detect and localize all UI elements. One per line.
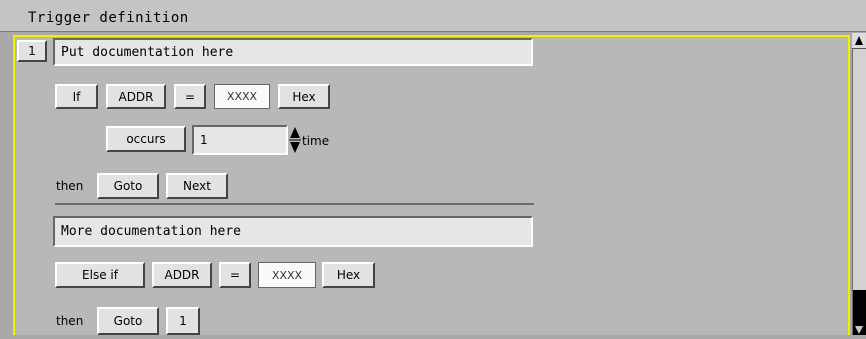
- state-doc-field[interactable]: Put documentation here: [53, 38, 533, 66]
- then-label: then: [56, 314, 84, 328]
- operator-button[interactable]: =: [219, 262, 251, 288]
- occurs-spinner[interactable]: [289, 125, 301, 155]
- window-title: Trigger definition: [28, 10, 189, 26]
- addr-button[interactable]: ADDR: [106, 84, 166, 109]
- addr-button[interactable]: ADDR: [152, 262, 212, 288]
- base-button[interactable]: Hex: [278, 84, 330, 109]
- occurs-count-field[interactable]: 1: [192, 125, 288, 155]
- arrow-up-icon[interactable]: [852, 33, 866, 49]
- state-number-button[interactable]: 1: [17, 40, 47, 62]
- goto-button[interactable]: Goto: [97, 307, 159, 335]
- goto-target-button[interactable]: Next: [166, 173, 228, 199]
- base-button[interactable]: Hex: [322, 262, 375, 288]
- addr-value-field[interactable]: XXXX: [258, 262, 316, 288]
- time-label: time: [302, 134, 330, 148]
- goto-button[interactable]: Goto: [97, 173, 159, 199]
- operator-button[interactable]: =: [174, 84, 206, 109]
- arrow-down-icon[interactable]: [852, 318, 866, 335]
- spinner-arrows-icon[interactable]: [289, 125, 301, 155]
- branch-divider: [55, 203, 534, 205]
- scroll-up-button[interactable]: [852, 33, 866, 49]
- occurs-button[interactable]: occurs: [106, 126, 186, 152]
- if-button[interactable]: If: [55, 84, 98, 109]
- goto-target-button[interactable]: 1: [166, 307, 200, 335]
- branch-doc-field[interactable]: More documentation here: [53, 216, 533, 247]
- then-label: then: [56, 179, 84, 193]
- scroll-down-button[interactable]: [852, 318, 866, 335]
- else-if-button[interactable]: Else if: [55, 262, 145, 288]
- addr-value-field[interactable]: XXXX: [214, 84, 270, 109]
